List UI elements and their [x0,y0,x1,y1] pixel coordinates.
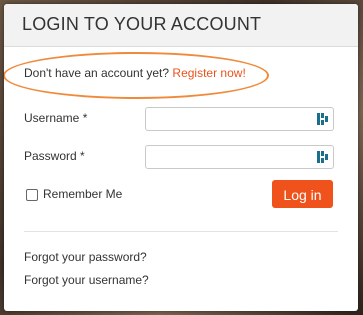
divider [24,231,338,232]
password-manager-icon[interactable] [317,150,329,164]
password-manager-icon[interactable] [317,112,329,126]
remember-me-checkbox[interactable] [26,189,38,201]
forgot-password-link[interactable]: Forgot your password? [24,250,147,264]
username-label: Username * [24,111,88,125]
modal-title: LOGIN TO YOUR ACCOUNT [22,14,262,34]
register-prompt: Don't have an account yet? Register now! [24,66,246,80]
register-prompt-text: Don't have an account yet? [24,66,170,80]
modal-header: LOGIN TO YOUR ACCOUNT [4,4,358,47]
forgot-username-link[interactable]: Forgot your username? [24,273,149,287]
register-link[interactable]: Register now! [172,66,245,80]
remember-me-label[interactable]: Remember Me [43,187,122,201]
username-input[interactable] [145,107,334,131]
password-input[interactable] [145,145,334,169]
login-button[interactable]: Log in [272,180,333,208]
login-modal: LOGIN TO YOUR ACCOUNT Don't have an acco… [4,4,358,311]
password-label: Password * [24,149,85,163]
